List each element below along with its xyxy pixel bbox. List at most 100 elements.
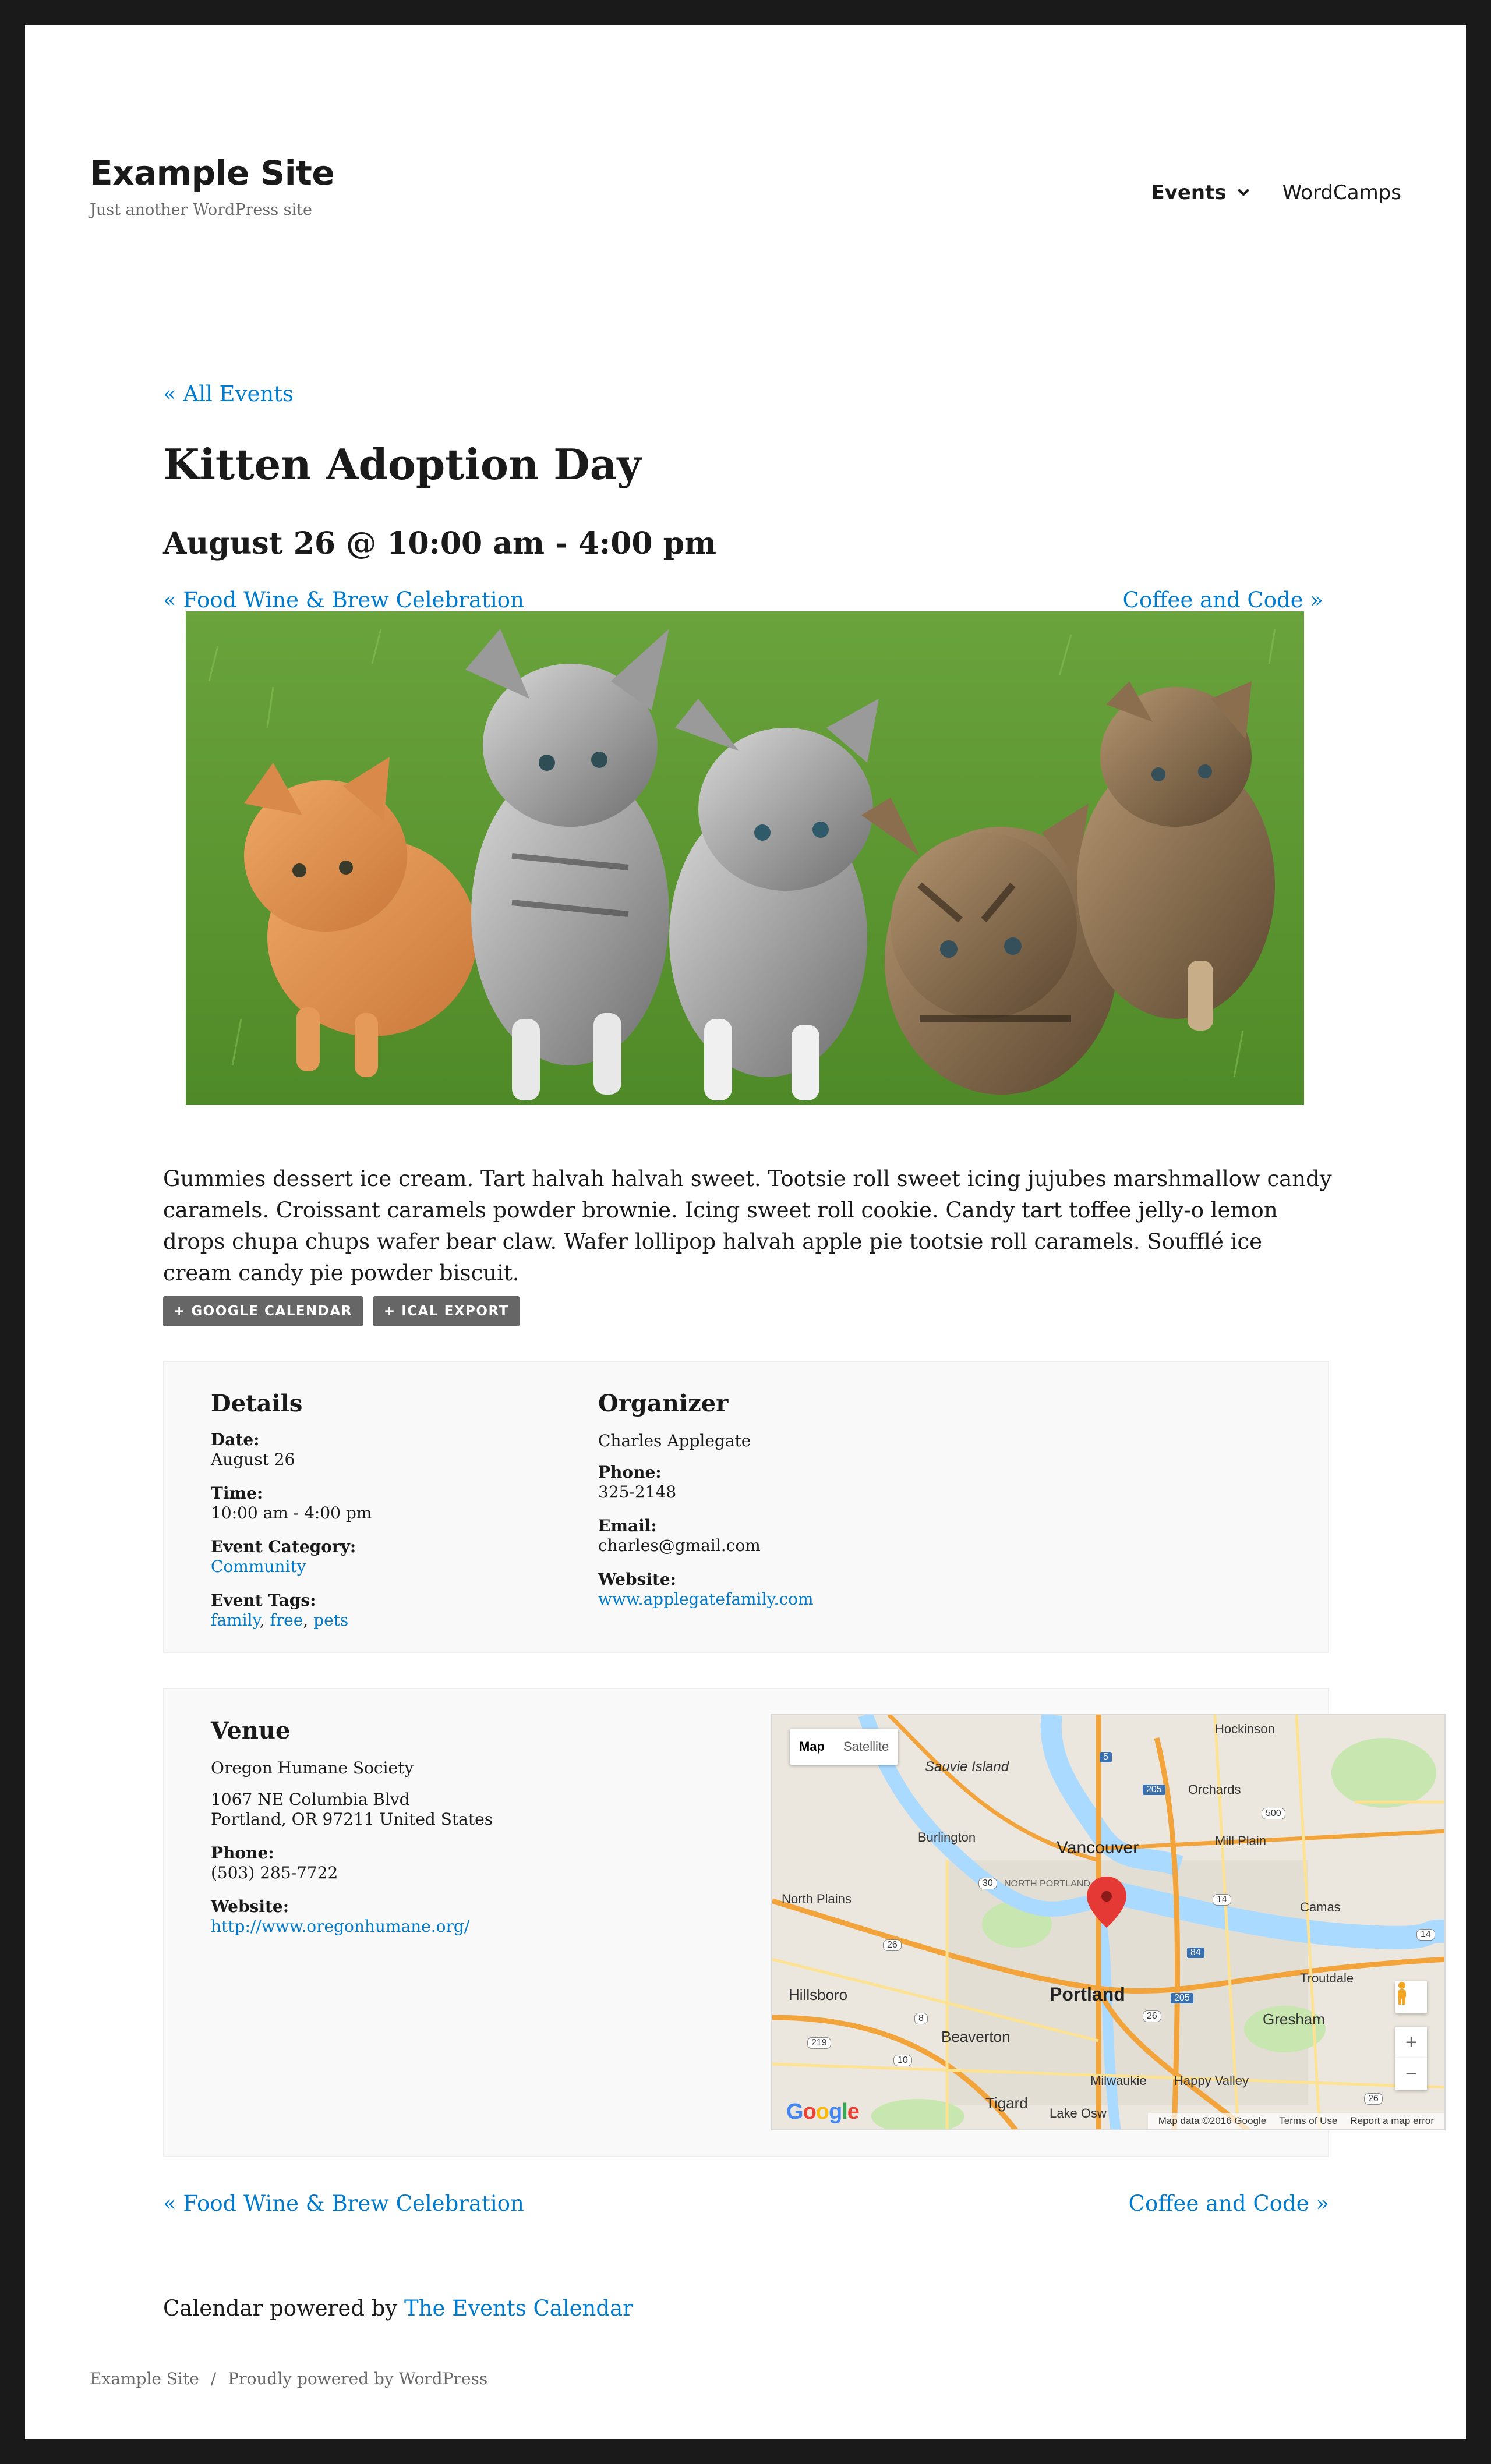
category-label: Event Category: <box>211 1537 356 1556</box>
footer-powered-by[interactable]: Proudly powered by WordPress <box>228 2369 487 2388</box>
details-column: Details Date: August 26 Time: 10:00 am -… <box>211 1390 537 1644</box>
map-type-map-button[interactable]: Map <box>790 1729 834 1765</box>
map-label-camas: Camas <box>1300 1900 1341 1914</box>
map-label-north-plains: North Plains <box>782 1892 852 1906</box>
map-shield-i5: 5 <box>1100 1752 1112 1762</box>
map-report-link[interactable]: Report a map error <box>1350 2115 1434 2127</box>
events-calendar-link[interactable]: The Events Calendar <box>404 2296 633 2321</box>
venue-heading: Venue <box>211 1717 291 1744</box>
map-shield-14: 14 <box>1213 1894 1231 1906</box>
site-title[interactable]: Example Site <box>90 153 335 193</box>
next-event-link[interactable]: Coffee and Code » <box>1123 587 1323 613</box>
nav-item-wordcamps-label: WordCamps <box>1282 181 1401 204</box>
map-shield-i205-top: 205 <box>1143 1785 1165 1795</box>
map-shield-10: 10 <box>893 2055 912 2066</box>
map-shield-26-left: 26 <box>883 1939 902 1951</box>
page: Example Site Just another WordPress site… <box>25 25 1466 2439</box>
map-label-gresham: Gresham <box>1263 2010 1325 2028</box>
map-label-burlington: Burlington <box>918 1830 976 1845</box>
organizer-phone-label: Phone: <box>598 1463 662 1482</box>
venue-phone-label: Phone: <box>211 1843 274 1863</box>
event-navigation-top: « Food Wine & Brew Celebration Coffee an… <box>163 587 1329 613</box>
nav-item-wordcamps[interactable]: WordCamps <box>1282 181 1401 204</box>
map-label-north-portland: NORTH PORTLAND <box>1004 1879 1090 1889</box>
venue-map[interactable]: Map Satellite Hockinson Sauvie Island Or… <box>771 1714 1446 2130</box>
organizer-heading: Organizer <box>598 1390 729 1417</box>
event-date: August 26 @ 10:00 am - 4:00 pm <box>163 526 717 561</box>
map-shield-26-bottom: 26 <box>1364 2093 1383 2105</box>
chevron-down-icon <box>1237 185 1249 196</box>
tags-list: family, free, pets <box>211 1610 537 1630</box>
map-shield-i205-mid: 205 <box>1171 1993 1193 2003</box>
event-description: Gummies dessert ice cream. Tart halvah h… <box>163 1166 1332 1286</box>
google-logo: Google <box>786 2100 860 2124</box>
map-terms-link[interactable]: Terms of Use <box>1279 2115 1337 2127</box>
venue-phone-value: (503) 285-7722 <box>211 1863 338 1882</box>
event-details-box: Details Date: August 26 Time: 10:00 am -… <box>163 1361 1329 1653</box>
map-attribution: Map data ©2016 Google Terms of Use Repor… <box>1147 2113 1444 2129</box>
map-label-portland: Portland <box>1050 1984 1125 2005</box>
map-shield-30: 30 <box>978 1878 997 1889</box>
map-label-mill-plain: Mill Plain <box>1215 1833 1267 1848</box>
time-label: Time: <box>211 1484 263 1503</box>
event-featured-image <box>186 611 1304 1105</box>
organizer-column: Organizer Charles Applegate Phone: 325-2… <box>598 1390 1006 1623</box>
organizer-email-value: charles@gmail.com <box>598 1536 761 1555</box>
map-shield-219: 219 <box>807 2037 831 2049</box>
tag-link-pets[interactable]: pets <box>313 1610 348 1630</box>
map-type-satellite-button[interactable]: Satellite <box>834 1729 898 1765</box>
map-label-sauvie-island: Sauvie Island <box>925 1759 1009 1775</box>
next-event-link-bottom[interactable]: Coffee and Code » <box>1129 2191 1329 2216</box>
date-value: August 26 <box>211 1450 295 1469</box>
date-label: Date: <box>211 1430 260 1449</box>
map-shield-26-right: 26 <box>1143 2010 1161 2022</box>
calendar-export-buttons: + GOOGLE CALENDAR + ICAL EXPORT <box>163 1296 520 1326</box>
map-shield-14-right: 14 <box>1416 1929 1435 1941</box>
map-shield-i84: 84 <box>1187 1948 1204 1958</box>
venue-website-link[interactable]: http://www.oregonhumane.org/ <box>211 1917 469 1936</box>
tag-separator: , <box>303 1610 314 1630</box>
map-label-hillsboro: Hillsboro <box>789 1986 848 2003</box>
kitten-tabby-back <box>1077 681 1275 1031</box>
map-label-orchards: Orchards <box>1188 1782 1241 1797</box>
organizer-website-label: Website: <box>598 1570 677 1589</box>
previous-event-link[interactable]: « Food Wine & Brew Celebration <box>163 587 524 613</box>
tag-link-free[interactable]: free <box>270 1610 303 1630</box>
venue-column: Venue Oregon Humane Society 1067 NE Colu… <box>211 1717 619 1950</box>
venue-name: Oregon Humane Society <box>211 1758 414 1778</box>
ical-export-button[interactable]: + ICAL EXPORT <box>373 1296 520 1326</box>
venue-address-line2: Portland, OR 97211 United States <box>211 1810 493 1829</box>
all-events-link[interactable]: « All Events <box>163 381 294 406</box>
map-data-text: Map data ©2016 Google <box>1158 2115 1267 2126</box>
event-navigation-bottom: « Food Wine & Brew Celebration Coffee an… <box>163 2191 1329 2216</box>
street-view-pegman-icon[interactable] <box>1395 1981 1427 2013</box>
map-type-control: Map Satellite <box>790 1729 899 1765</box>
site-description: Just another WordPress site <box>90 201 312 219</box>
details-heading: Details <box>211 1390 303 1417</box>
map-label-troutdale: Troutdale <box>1300 1971 1354 1985</box>
zoom-out-button[interactable]: − <box>1395 2058 1427 2090</box>
tag-link-family[interactable]: family <box>211 1610 260 1630</box>
map-shield-500: 500 <box>1262 1808 1285 1819</box>
map-label-beaverton: Beaverton <box>941 2028 1011 2045</box>
nav-item-events-label: Events <box>1151 181 1227 204</box>
map-label-happy-valley: Happy Valley <box>1174 2073 1249 2088</box>
organizer-phone-value: 325-2148 <box>598 1482 677 1502</box>
nav-item-events[interactable]: Events <box>1151 181 1249 204</box>
organizer-website-link[interactable]: www.applegatefamily.com <box>598 1589 814 1609</box>
footer-site-name[interactable]: Example Site <box>90 2369 199 2388</box>
organizer-name: Charles Applegate <box>598 1431 751 1450</box>
map-label-vancouver: Vancouver <box>1057 1838 1139 1857</box>
tags-label: Event Tags: <box>211 1591 316 1610</box>
calendar-powered-by: Calendar powered by The Events Calendar <box>163 2296 633 2321</box>
tag-separator: , <box>259 1610 270 1630</box>
venue-website-label: Website: <box>211 1897 289 1916</box>
powered-by-text: Calendar powered by <box>163 2296 405 2321</box>
category-link[interactable]: Community <box>211 1557 306 1576</box>
footer-separator: / <box>210 2369 217 2388</box>
map-label-hockinson: Hockinson <box>1215 1722 1275 1736</box>
google-calendar-button[interactable]: + GOOGLE CALENDAR <box>163 1296 363 1326</box>
zoom-in-button[interactable]: + <box>1395 2027 1427 2058</box>
previous-event-link-bottom[interactable]: « Food Wine & Brew Celebration <box>163 2191 524 2216</box>
venue-box: Venue Oregon Humane Society 1067 NE Colu… <box>163 1688 1446 2157</box>
